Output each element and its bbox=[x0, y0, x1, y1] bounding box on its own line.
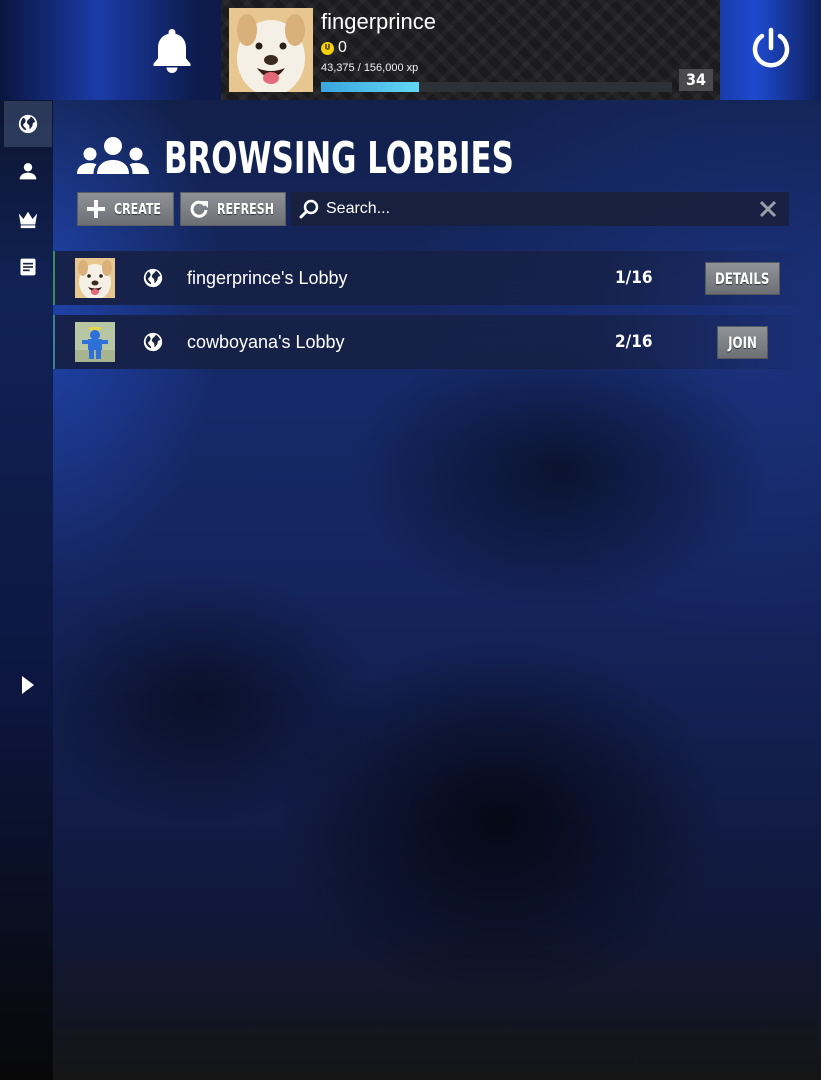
lobby-name: fingerprince's Lobby bbox=[187, 268, 348, 288]
top-bar: fingerprince 0 43,375 / 156,000 xp 34 bbox=[0, 0, 821, 100]
coin-icon bbox=[321, 41, 334, 55]
search-bar bbox=[291, 192, 789, 226]
refresh-icon bbox=[190, 200, 208, 218]
sidebar-item-rankings[interactable] bbox=[4, 196, 52, 242]
username: fingerprince bbox=[321, 9, 436, 34]
join-button-label: JOIN bbox=[728, 333, 757, 352]
sidebar-expand-button[interactable] bbox=[4, 662, 52, 708]
level-badge: 34 bbox=[679, 69, 713, 91]
close-icon[interactable] bbox=[759, 200, 777, 218]
power-icon[interactable] bbox=[748, 26, 794, 72]
refresh-button[interactable]: REFRESH bbox=[180, 192, 286, 226]
crown-icon bbox=[18, 211, 38, 229]
person-icon bbox=[19, 163, 37, 180]
xp-progress-fill bbox=[321, 82, 419, 92]
lobby-host-avatar bbox=[75, 322, 115, 362]
lobby-row[interactable]: fingerprince's Lobby 1/16 DETAILS bbox=[53, 251, 815, 305]
public-globe-icon bbox=[143, 268, 163, 288]
coin-count: 0 bbox=[338, 39, 347, 56]
lobby-player-count: 1/16 bbox=[615, 268, 653, 288]
xp-progress-bar bbox=[321, 82, 672, 92]
xp-text: 43,375 / 156,000 xp bbox=[321, 62, 419, 74]
globe-icon bbox=[18, 114, 38, 134]
lobby-host-avatar bbox=[75, 258, 115, 298]
page-title: BROWSING LOBBIES bbox=[164, 132, 514, 184]
profile-card[interactable]: fingerprince 0 43,375 / 156,000 xp 34 bbox=[221, 0, 720, 100]
group-icon bbox=[77, 137, 149, 174]
page-header: BROWSING LOBBIES bbox=[76, 130, 613, 186]
refresh-button-label: REFRESH bbox=[217, 200, 274, 218]
notification-bell-icon[interactable] bbox=[150, 26, 194, 74]
lobby-name: cowboyana's Lobby bbox=[187, 332, 345, 352]
search-icon bbox=[299, 199, 319, 219]
document-icon bbox=[20, 258, 36, 276]
create-button[interactable]: CREATE bbox=[77, 192, 174, 226]
sidebar bbox=[0, 100, 53, 1080]
play-arrow-icon bbox=[22, 676, 34, 694]
join-button[interactable]: JOIN bbox=[717, 326, 768, 359]
sidebar-item-profile[interactable] bbox=[4, 148, 52, 194]
details-button[interactable]: DETAILS bbox=[705, 262, 780, 295]
public-globe-icon bbox=[143, 332, 163, 352]
sidebar-item-browse[interactable] bbox=[4, 101, 52, 147]
coin-balance: 0 bbox=[321, 39, 347, 57]
create-button-label: CREATE bbox=[114, 200, 161, 218]
details-button-label: DETAILS bbox=[715, 269, 770, 288]
user-avatar[interactable] bbox=[229, 8, 313, 92]
lobby-row[interactable]: cowboyana's Lobby 2/16 JOIN bbox=[53, 315, 815, 369]
search-input[interactable] bbox=[326, 192, 746, 226]
lobby-player-count: 2/16 bbox=[615, 332, 653, 352]
sidebar-item-notes[interactable] bbox=[4, 244, 52, 290]
plus-icon bbox=[87, 200, 105, 218]
